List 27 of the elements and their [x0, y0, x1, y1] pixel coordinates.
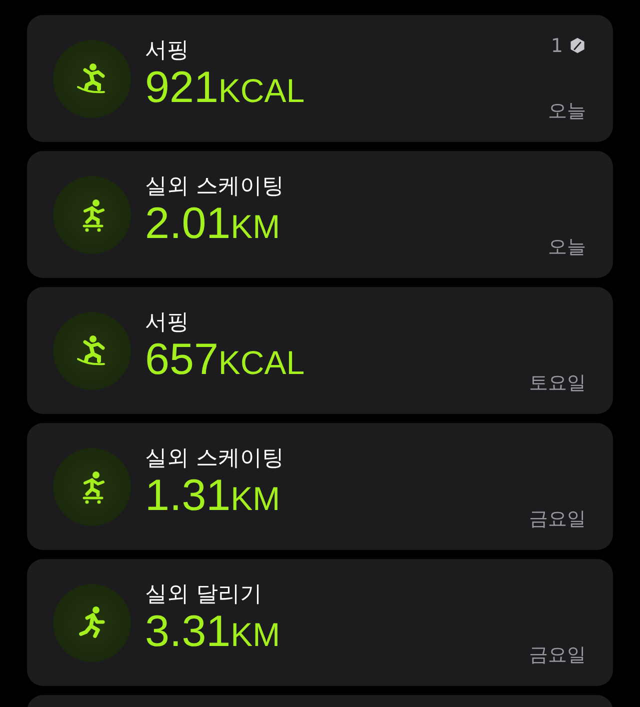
workout-card[interactable]: 실외 달리기 3.31KM 금요일 — [27, 559, 613, 686]
workout-date: 토요일 — [529, 370, 586, 396]
workout-title: 실외 스케이팅 — [145, 445, 285, 473]
workout-date: 오늘 — [548, 98, 586, 124]
workout-title: 실외 달리기 — [145, 581, 263, 609]
workout-card[interactable]: 실외 스케이팅 2.01KM 오늘 — [27, 151, 613, 278]
metric-value: 921 — [145, 65, 218, 111]
metric-unit: KM — [230, 207, 280, 247]
hexagon-icon — [569, 37, 586, 54]
metric-unit: KCAL — [218, 343, 305, 383]
workout-title: 서핑 — [145, 309, 190, 337]
workout-title: 서핑 — [145, 37, 190, 65]
metric-value: 3.31 — [145, 609, 231, 655]
workout-card[interactable]: 서핑 921KCAL 1 오늘 — [27, 15, 613, 142]
workout-date: 금요일 — [529, 642, 586, 668]
metric-value: 1.31 — [145, 473, 231, 519]
workout-card[interactable]: 서핑 657KCAL 토요일 — [27, 287, 613, 414]
metric-value: 657 — [145, 337, 218, 383]
workout-date: 오늘 — [548, 234, 586, 260]
metric-value: 2.01 — [145, 201, 231, 247]
metric-unit: KM — [230, 479, 280, 519]
workout-card[interactable]: 실외 스케이팅 1.31KM 금요일 — [27, 423, 613, 550]
metric-unit: KM — [230, 615, 280, 655]
workout-date: 금요일 — [529, 506, 586, 532]
workout-title: 실외 스케이팅 — [145, 173, 285, 201]
badge-count: 1 — [550, 34, 563, 56]
metric-unit: KCAL — [218, 71, 305, 111]
